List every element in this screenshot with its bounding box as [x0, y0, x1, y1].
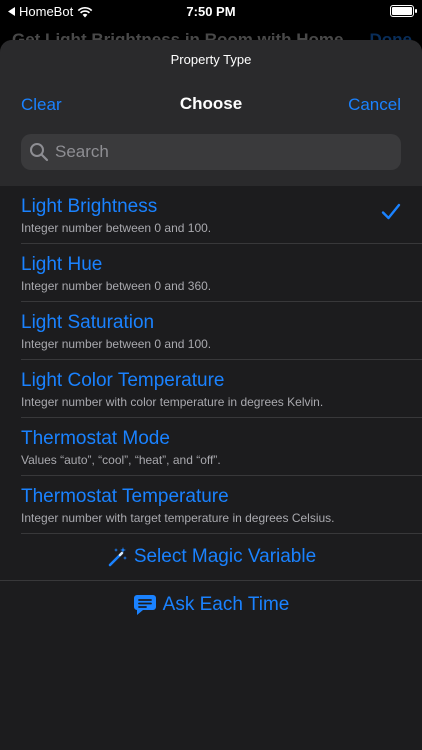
list-item-light-saturation[interactable]: Light Saturation Integer number between …	[21, 302, 422, 360]
item-subtitle: Integer number between 0 and 100.	[21, 221, 212, 235]
select-magic-variable-label: Select Magic Variable	[133, 546, 317, 567]
status-time: 7:50 PM	[186, 4, 236, 19]
list-item-thermostat-temperature[interactable]: Thermostat Temperature Integer number wi…	[21, 476, 422, 534]
search-input[interactable]	[55, 142, 385, 162]
list-item-light-hue[interactable]: Light Hue Integer number between 0 and 3…	[21, 244, 422, 302]
item-subtitle: Integer number with color temperature in…	[21, 395, 324, 409]
property-type-label: Property Type	[170, 52, 252, 67]
item-subtitle: Integer number between 0 and 100.	[21, 337, 212, 351]
item-title: Light Saturation	[21, 312, 155, 333]
item-title: Thermostat Temperature	[21, 486, 229, 507]
checkmark-icon	[381, 203, 401, 220]
search-icon	[30, 143, 49, 162]
item-title: Light Brightness	[21, 196, 158, 217]
ask-each-time-button[interactable]: Ask Each Time	[0, 581, 422, 628]
item-subtitle: Integer number between 0 and 360.	[21, 279, 212, 293]
item-title: Thermostat Mode	[21, 428, 170, 449]
property-list: Light Brightness Integer number between …	[0, 186, 422, 628]
list-item-light-brightness[interactable]: Light Brightness Integer number between …	[21, 186, 422, 244]
item-subtitle: Values “auto”, “cool”, “heat”, and “off”…	[21, 453, 221, 467]
select-magic-variable-button[interactable]: Select Magic Variable	[0, 534, 422, 581]
status-bar: HomeBot 7:50 PM	[0, 0, 422, 24]
magic-wand-icon	[108, 547, 127, 567]
list-item-light-color-temperature[interactable]: Light Color Temperature Integer number w…	[21, 360, 422, 418]
sheet-header: Property Type Clear Choose Cancel	[0, 40, 422, 186]
item-title: Light Hue	[21, 254, 103, 275]
battery-icon	[390, 5, 417, 17]
search-bar[interactable]	[21, 134, 401, 170]
ask-each-time-label: Ask Each Time	[162, 593, 290, 615]
clear-button[interactable]: Clear	[21, 95, 62, 115]
cancel-button[interactable]: Cancel	[348, 95, 401, 115]
property-type-sheet: Property Type Clear Choose Cancel Light …	[0, 40, 422, 750]
speech-bubble-icon	[133, 594, 156, 615]
list-item-thermostat-mode[interactable]: Thermostat Mode Values “auto”, “cool”, “…	[21, 418, 422, 476]
item-title: Light Color Temperature	[21, 370, 225, 391]
item-subtitle: Integer number with target temperature i…	[21, 511, 335, 525]
